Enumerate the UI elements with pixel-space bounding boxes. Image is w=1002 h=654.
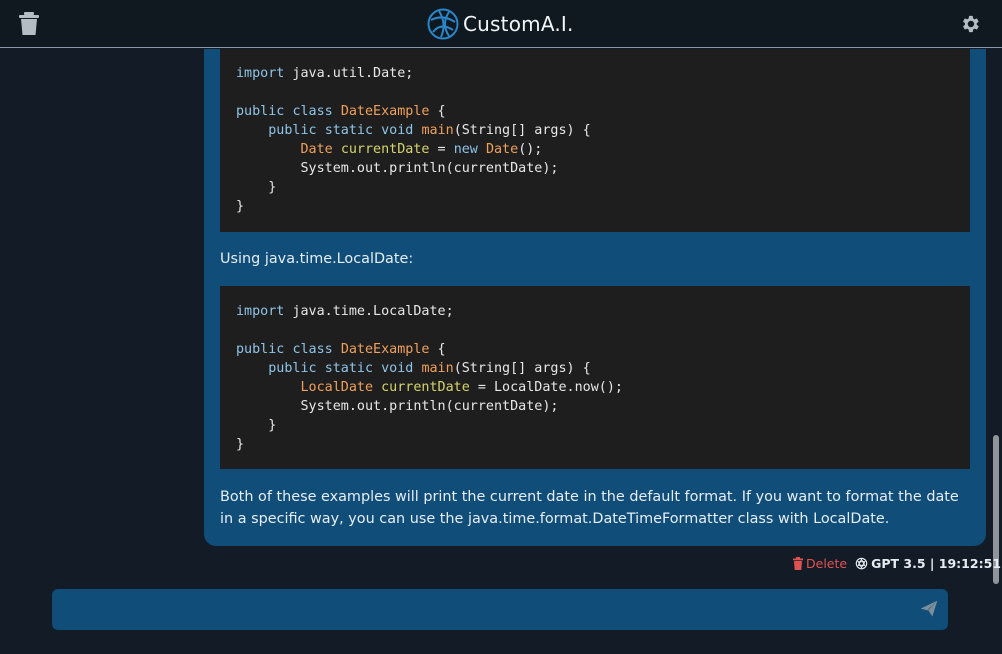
code-line: System.out.println(currentDate); [236, 161, 559, 176]
code-line: public class DateExample { [236, 342, 446, 357]
delete-label[interactable]: Delete [806, 556, 847, 571]
code-block-2: import java.time.LocalDate; public class… [220, 286, 970, 469]
code-block-1: import java.util.Date; public class Date… [220, 49, 970, 232]
model-label: GPT 3.5 | 19:12:51 [871, 555, 1001, 571]
chat-scrollbar[interactable] [993, 49, 1001, 584]
code-line: } [236, 199, 245, 214]
message-meta: Delete GPT 3.5 | 19:12:51 [793, 554, 1001, 572]
delete-message-button[interactable]: Delete [793, 556, 847, 571]
message-input[interactable] [64, 595, 904, 624]
openai-icon [855, 557, 868, 569]
message-paragraph: Using java.time.LocalDate: [220, 251, 414, 267]
send-button[interactable] [918, 599, 940, 621]
code-line: } [236, 180, 277, 195]
message-paragraph: Both of these examples will print the cu… [220, 489, 959, 527]
code-line: } [236, 437, 245, 452]
code-line: public static void main(String[] args) { [268, 123, 591, 138]
app-title: CustomA.I. [463, 12, 574, 36]
code-line: LocalDate currentDate = LocalDate.now(); [300, 380, 624, 395]
send-icon [920, 600, 938, 617]
code-line: public static void main(String[] args) { [268, 361, 591, 376]
code-line: import java.time.LocalDate; [236, 304, 454, 319]
composer [52, 589, 948, 630]
top-bar: CustomA.I. [0, 0, 1002, 48]
code-line: System.out.println(currentDate); [236, 399, 559, 414]
brand: CustomA.I. [427, 8, 574, 40]
model-info: GPT 3.5 | 19:12:51 [855, 556, 1001, 571]
brand-logo-icon [427, 8, 459, 40]
trash-icon [793, 556, 803, 570]
assistant-message: import java.util.Date; public class Date… [204, 49, 986, 546]
code-line: import java.util.Date; [236, 66, 414, 81]
trash-icon[interactable] [18, 12, 40, 36]
chat-history[interactable]: import java.util.Date; public class Date… [0, 49, 1002, 584]
code-line: Date currentDate = new Date(); [300, 142, 543, 157]
gear-icon[interactable] [959, 13, 981, 35]
code-line: } [236, 418, 277, 433]
code-line: public class DateExample { [236, 104, 446, 119]
